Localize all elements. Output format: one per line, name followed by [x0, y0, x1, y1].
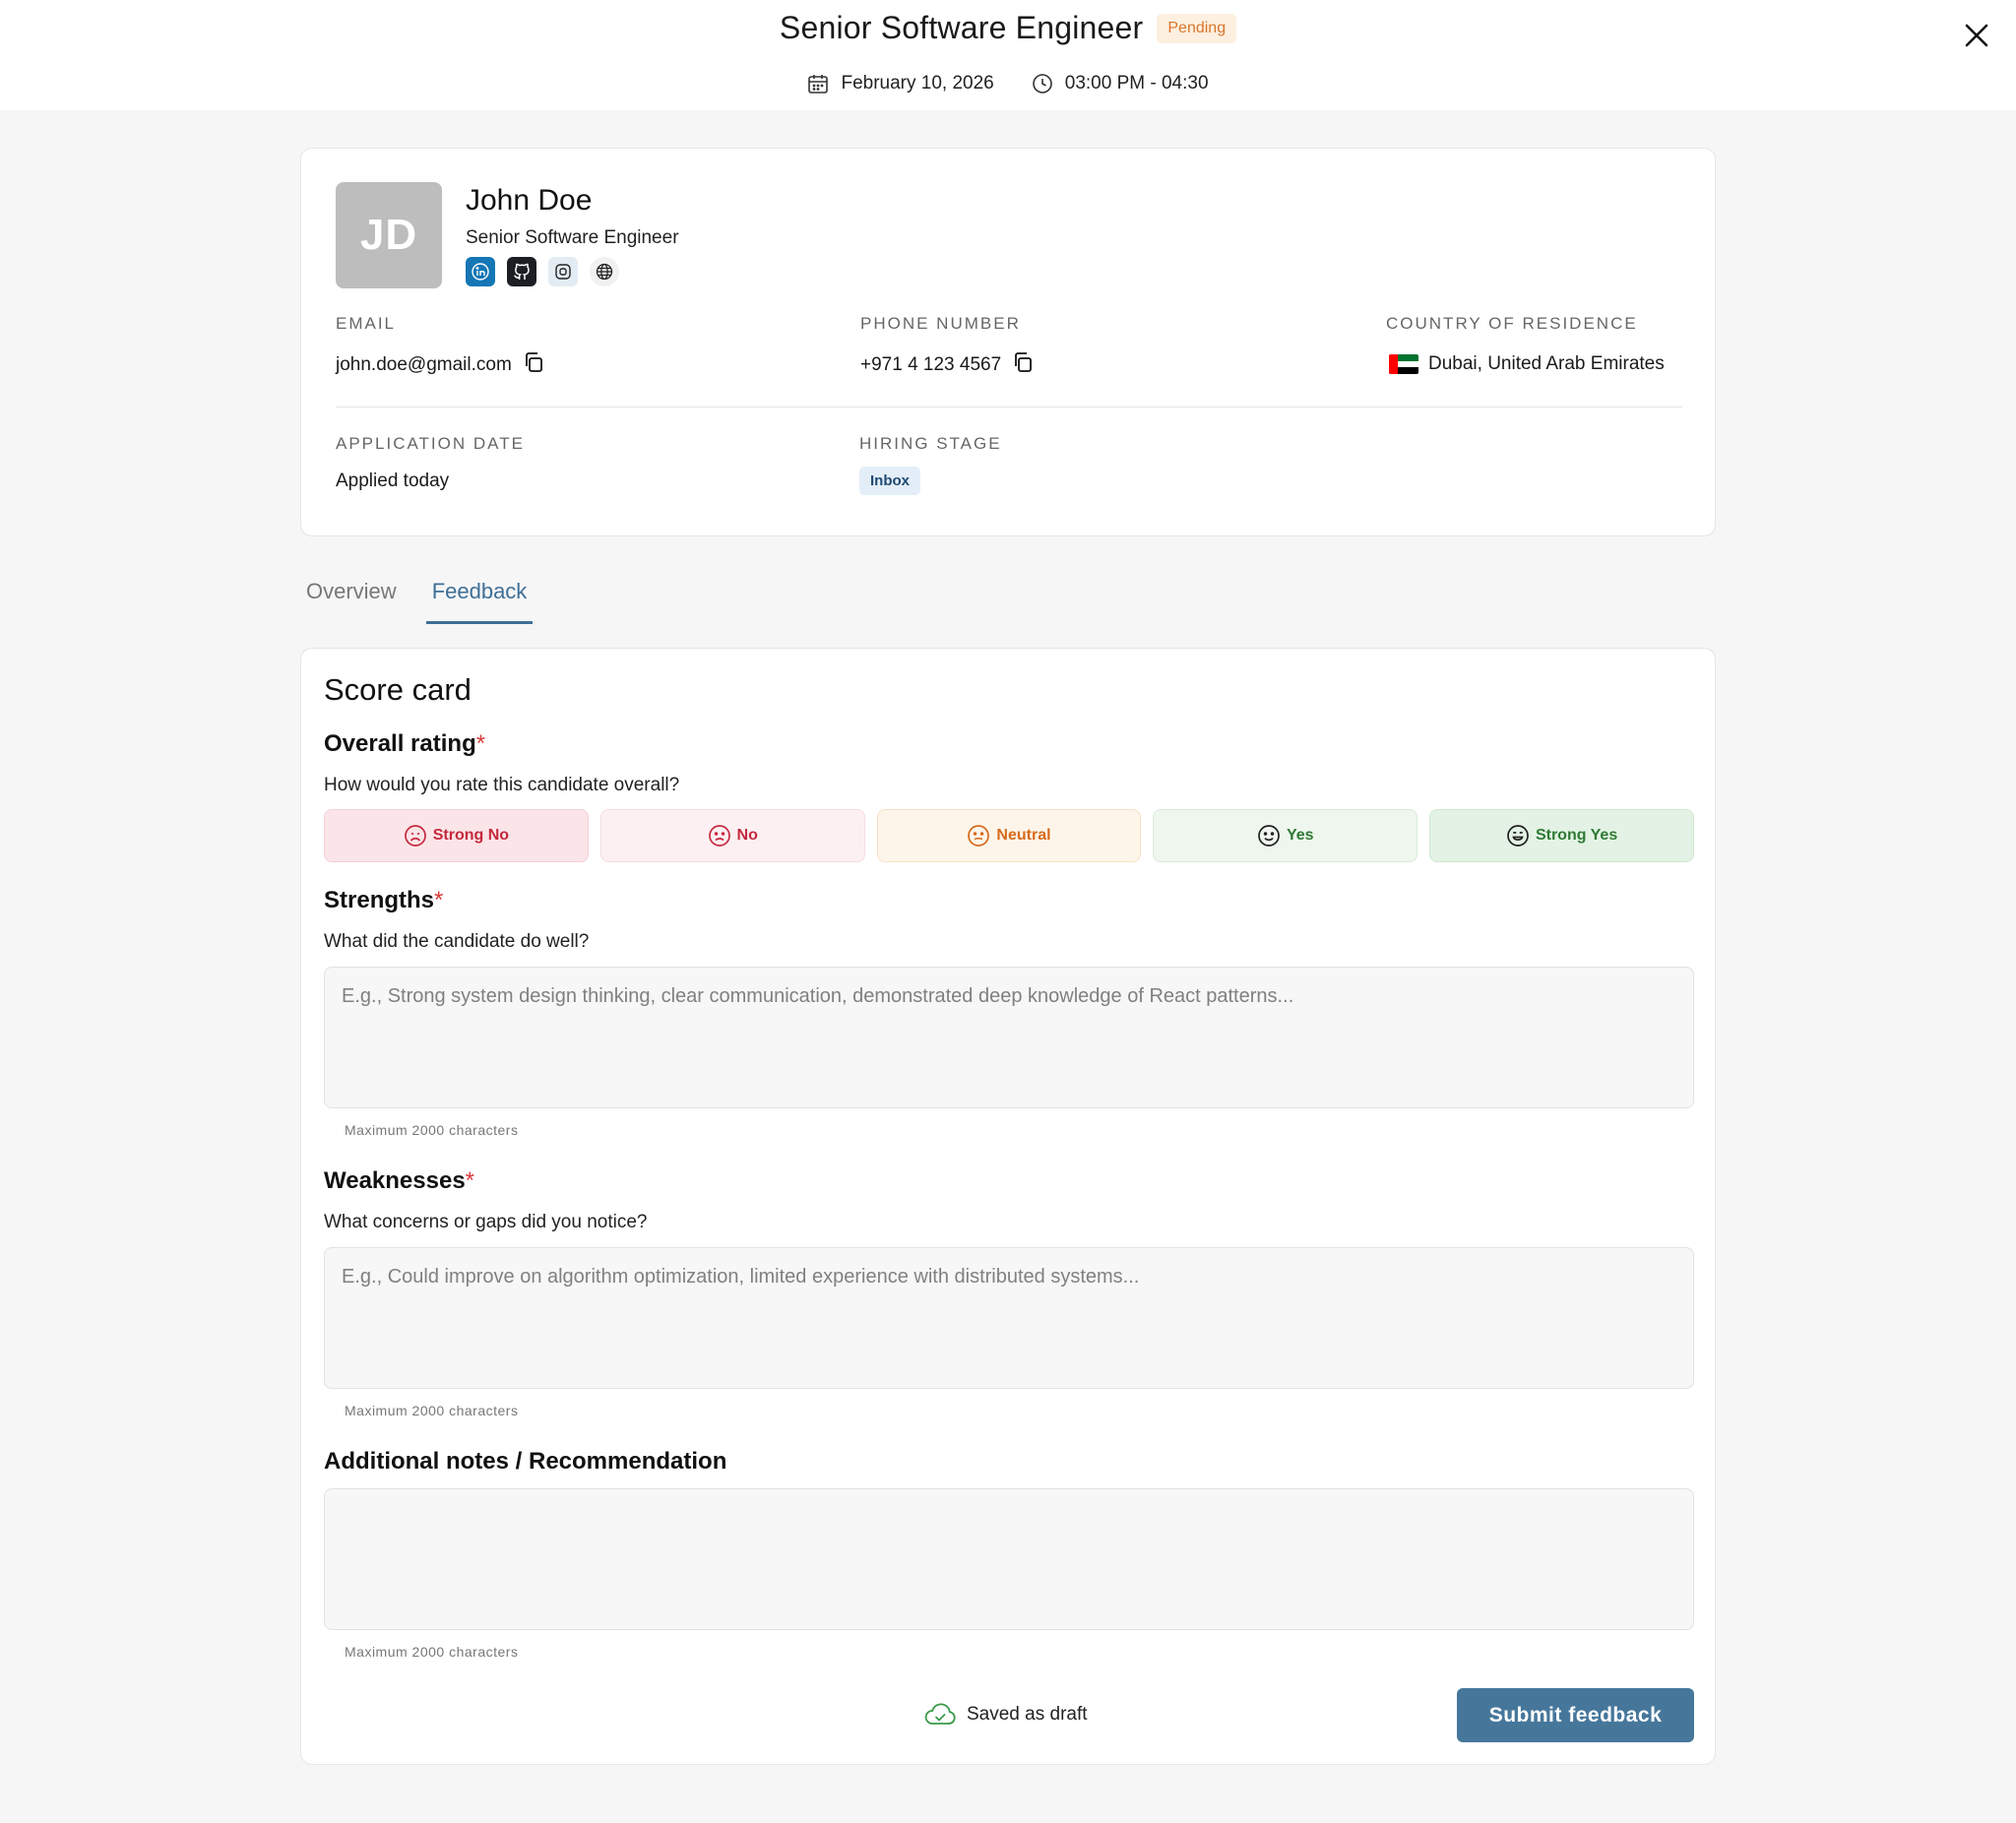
- candidate-role: Senior Software Engineer: [466, 227, 679, 248]
- hiring-stage-label: HIRING STAGE: [859, 434, 1002, 453]
- rating-neutral[interactable]: Neutral: [876, 809, 1142, 862]
- phone-label: PHONE NUMBER: [860, 314, 1021, 333]
- score-card-title: Score card: [324, 672, 472, 707]
- weaknesses-title: Weaknesses*: [324, 1167, 475, 1194]
- notes-title: Additional notes / Recommendation: [324, 1448, 727, 1475]
- required-marker: *: [434, 887, 444, 913]
- rating-strong-no[interactable]: Strong No: [324, 809, 589, 862]
- interview-time: 03:00 PM - 04:30: [1064, 73, 1209, 94]
- cloud-check-icon: [924, 1703, 956, 1725]
- strengths-char-limit: Maximum 2000 characters: [345, 1122, 519, 1138]
- strengths-input[interactable]: [324, 967, 1694, 1108]
- rating-no[interactable]: No: [599, 809, 865, 862]
- weaknesses-char-limit: Maximum 2000 characters: [345, 1403, 519, 1418]
- overall-rating-question: How would you rate this candidate overal…: [324, 775, 680, 795]
- modal-header: Senior Software Engineer Pending Februar…: [0, 0, 2016, 110]
- submit-feedback-button[interactable]: Submit feedback: [1457, 1688, 1694, 1742]
- weaknesses-input[interactable]: [324, 1247, 1694, 1389]
- calendar-icon: [807, 73, 829, 94]
- rating-strong-yes[interactable]: Strong Yes: [1429, 809, 1694, 862]
- smile-face-icon: [1258, 825, 1280, 847]
- divider: [336, 407, 1682, 408]
- notes-char-limit: Maximum 2000 characters: [345, 1644, 519, 1660]
- save-status-text: Saved as draft: [967, 1704, 1088, 1725]
- strengths-question: What did the candidate do well?: [324, 931, 590, 952]
- tab-overview[interactable]: Overview: [300, 569, 403, 624]
- strengths-title: Strengths*: [324, 887, 444, 913]
- rating-options: Strong No No Neutral Yes Strong Yes: [324, 809, 1694, 862]
- notes-input[interactable]: [324, 1488, 1694, 1630]
- candidate-name: John Doe: [466, 184, 593, 217]
- tab-feedback[interactable]: Feedback: [425, 569, 534, 624]
- email-value: john.doe@gmail.com: [336, 354, 512, 375]
- neutral-face-icon: [968, 825, 990, 847]
- copy-icon[interactable]: [522, 350, 545, 380]
- website-icon[interactable]: [590, 257, 619, 286]
- page-title: Senior Software Engineer: [779, 10, 1144, 45]
- candidate-profile-card: JD John Doe Senior Software Engineer EMA…: [300, 148, 1716, 536]
- interview-date: February 10, 2026: [841, 73, 994, 94]
- weaknesses-question: What concerns or gaps did you notice?: [324, 1212, 648, 1232]
- big-smile-face-icon: [1507, 825, 1529, 847]
- portfolio-icon[interactable]: [548, 257, 578, 286]
- copy-icon[interactable]: [1011, 350, 1035, 380]
- interview-meta: February 10, 2026 03:00 PM - 04:30: [0, 73, 2016, 94]
- clock-icon: [1032, 73, 1053, 94]
- linkedin-icon[interactable]: [466, 257, 495, 286]
- very-sad-face-icon: [404, 825, 426, 847]
- close-icon: [1965, 24, 1988, 47]
- score-card: Score card Overall rating* How would you…: [300, 648, 1716, 1765]
- overall-rating-title: Overall rating*: [324, 730, 486, 757]
- country-value: Dubai, United Arab Emirates: [1428, 353, 1665, 374]
- email-label: EMAIL: [336, 314, 397, 333]
- required-marker: *: [475, 730, 486, 757]
- phone-field: +971 4 123 4567: [860, 350, 1035, 380]
- application-date-label: APPLICATION DATE: [336, 434, 525, 453]
- social-links: [466, 257, 619, 286]
- uae-flag-icon: [1389, 354, 1418, 374]
- rating-yes[interactable]: Yes: [1153, 809, 1418, 862]
- phone-value: +971 4 123 4567: [860, 354, 1002, 375]
- sad-face-icon: [708, 825, 730, 847]
- title-row: Senior Software Engineer Pending: [0, 10, 2016, 46]
- close-button[interactable]: [1959, 18, 1994, 53]
- avatar: JD: [336, 182, 442, 288]
- github-icon[interactable]: [507, 257, 536, 286]
- hiring-stage-field: Inbox: [859, 467, 920, 495]
- save-status: Saved as draft: [923, 1702, 1088, 1728]
- country-label: COUNTRY OF RESIDENCE: [1386, 314, 1638, 333]
- email-field: john.doe@gmail.com: [336, 350, 545, 380]
- tab-bar: Overview Feedback: [300, 569, 556, 624]
- status-badge: Pending: [1157, 13, 1237, 43]
- application-date-value: Applied today: [336, 471, 450, 491]
- required-marker: *: [465, 1167, 475, 1194]
- country-field: Dubai, United Arab Emirates: [1389, 353, 1665, 375]
- stage-badge: Inbox: [859, 467, 920, 495]
